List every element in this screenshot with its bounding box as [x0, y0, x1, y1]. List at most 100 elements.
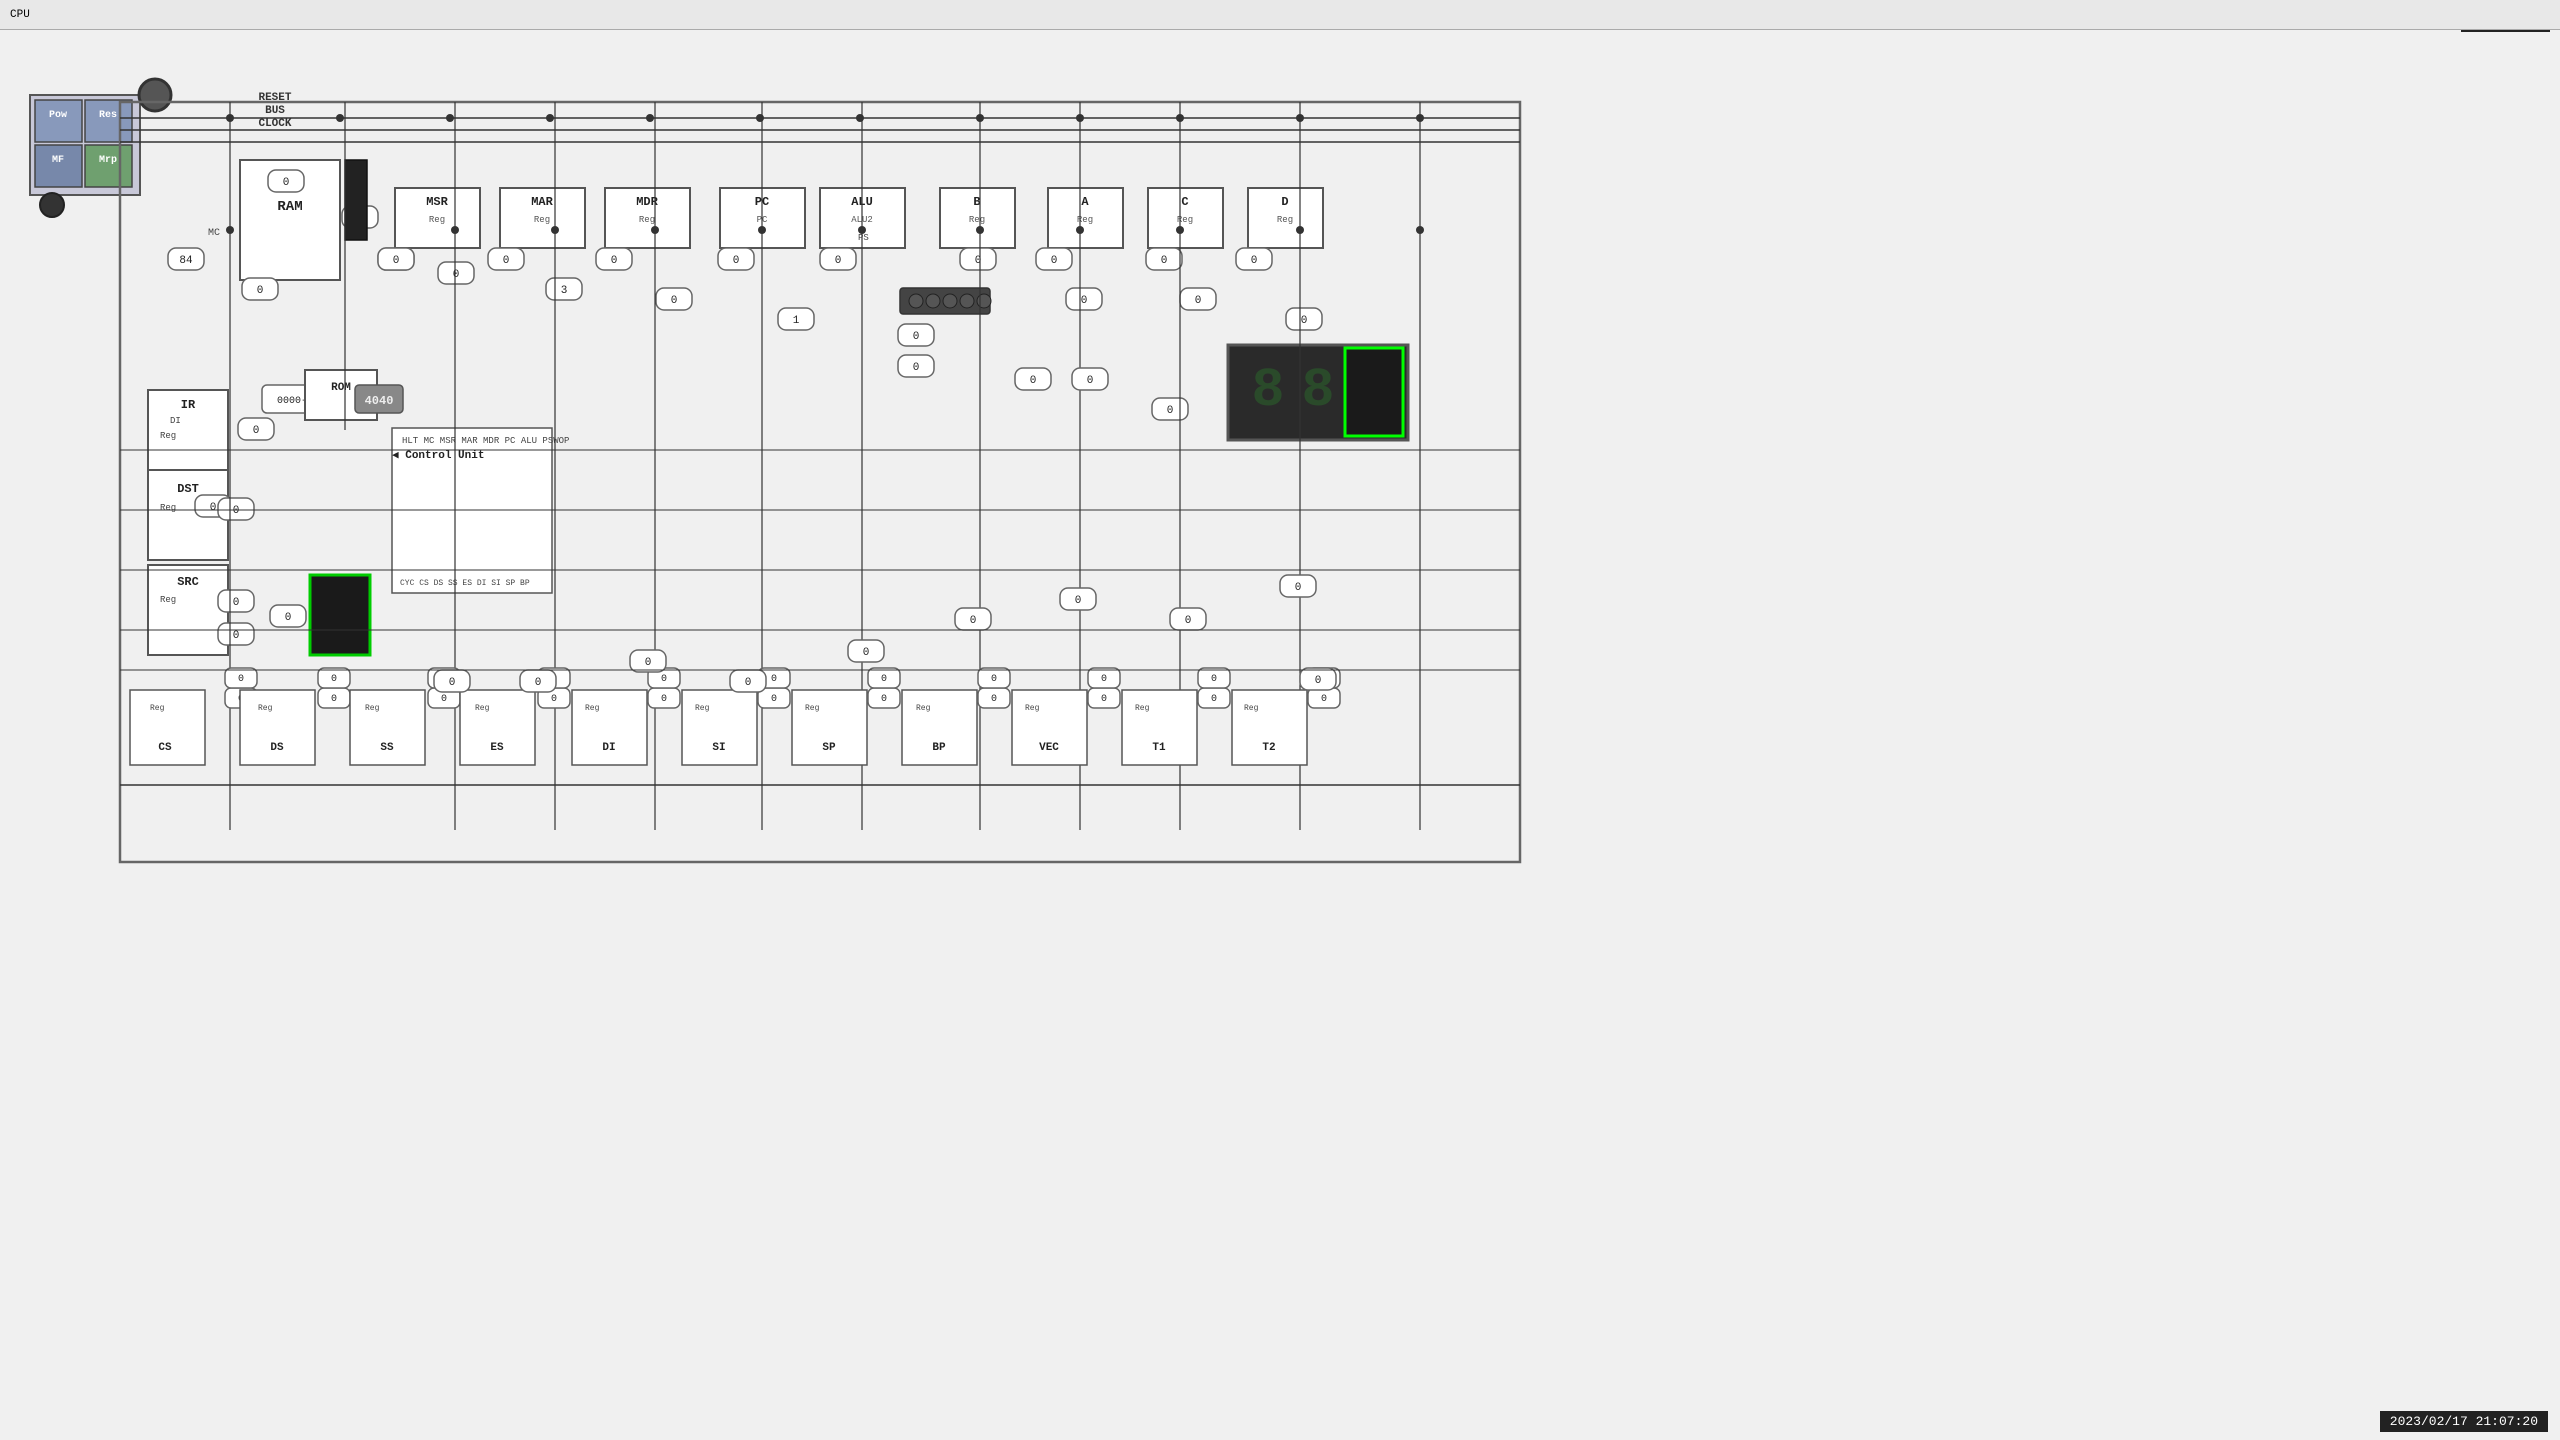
svg-text:Reg: Reg: [150, 704, 165, 713]
svg-text:0: 0: [551, 694, 557, 705]
svg-text:0: 0: [441, 694, 447, 705]
svg-text:MF: MF: [52, 155, 64, 166]
svg-text:CS: CS: [158, 742, 172, 754]
title-bar: CPU: [0, 0, 2560, 30]
svg-text:0: 0: [1211, 674, 1217, 685]
svg-text:0: 0: [210, 502, 217, 514]
svg-text:0: 0: [233, 505, 240, 517]
svg-text:0: 0: [733, 255, 740, 267]
svg-text:Reg: Reg: [1025, 704, 1040, 713]
svg-text:Pow: Pow: [49, 110, 67, 121]
svg-text:PS: PS: [858, 233, 869, 243]
svg-text:VEC: VEC: [1039, 742, 1059, 754]
svg-text:T1: T1: [1152, 742, 1166, 754]
svg-text:0: 0: [881, 674, 887, 685]
svg-text:0: 0: [238, 674, 244, 685]
svg-text:0: 0: [671, 295, 678, 307]
svg-text:0: 0: [1081, 295, 1088, 307]
svg-text:0: 0: [453, 269, 460, 281]
svg-text:Res: Res: [99, 110, 117, 121]
svg-text:◀ Control Unit: ◀ Control Unit: [392, 450, 484, 462]
svg-text:D: D: [1281, 195, 1288, 209]
svg-text:0: 0: [661, 674, 667, 685]
svg-text:BP: BP: [932, 742, 946, 754]
svg-text:0: 0: [913, 362, 920, 374]
svg-text:Mrp: Mrp: [99, 155, 117, 166]
svg-text:Reg: Reg: [1244, 704, 1259, 713]
svg-text:84: 84: [179, 255, 193, 267]
svg-text:ROM: ROM: [331, 382, 351, 394]
timestamp: 2023/02/17 21:07:20: [2380, 1411, 2548, 1432]
svg-text:Reg: Reg: [1177, 215, 1193, 225]
svg-text:Reg: Reg: [160, 431, 176, 441]
svg-text:0: 0: [1185, 615, 1192, 627]
svg-text:CYC CS DS SS ES DI SI SP: CYC CS DS SS ES DI SI SP BP: [400, 579, 530, 588]
svg-text:IR: IR: [181, 398, 196, 412]
svg-text:Reg: Reg: [429, 215, 445, 225]
svg-text:0: 0: [535, 677, 542, 689]
svg-text:Reg: Reg: [1077, 215, 1093, 225]
svg-text:SRC: SRC: [177, 575, 199, 589]
svg-text:CLOCK: CLOCK: [258, 118, 291, 130]
svg-text:0: 0: [233, 630, 240, 642]
svg-text:DST: DST: [177, 482, 199, 496]
svg-text:8: 8: [1251, 359, 1284, 422]
svg-text:0: 0: [331, 674, 337, 685]
svg-text:SP: SP: [822, 742, 836, 754]
svg-text:Reg: Reg: [160, 595, 176, 605]
svg-text:0: 0: [863, 647, 870, 659]
svg-text:RESET: RESET: [258, 92, 291, 104]
svg-text:MSR: MSR: [426, 195, 448, 209]
svg-text:BUS: BUS: [265, 105, 285, 117]
svg-text:Reg: Reg: [534, 215, 550, 225]
svg-text:0: 0: [253, 425, 260, 437]
svg-text:Reg: Reg: [258, 704, 273, 713]
svg-text:RAM: RAM: [277, 199, 302, 215]
svg-text:T2: T2: [1262, 742, 1275, 754]
svg-text:0: 0: [1195, 295, 1202, 307]
svg-text:0: 0: [1161, 255, 1168, 267]
svg-text:A: A: [1081, 195, 1089, 209]
svg-text:0: 0: [1211, 694, 1217, 705]
svg-text:Reg: Reg: [1277, 215, 1293, 225]
svg-text:DS: DS: [270, 742, 284, 754]
svg-text:Reg: Reg: [916, 704, 931, 713]
svg-text:0: 0: [1030, 375, 1037, 387]
svg-text:0: 0: [970, 615, 977, 627]
svg-text:0: 0: [233, 597, 240, 609]
svg-text:0: 0: [283, 177, 290, 189]
svg-text:0: 0: [257, 285, 264, 297]
svg-text:0: 0: [503, 255, 510, 267]
svg-text:0: 0: [611, 255, 618, 267]
svg-text:Reg: Reg: [639, 215, 655, 225]
svg-text:0: 0: [991, 694, 997, 705]
svg-text:0: 0: [1051, 255, 1058, 267]
svg-text:4040: 4040: [365, 394, 394, 408]
svg-text:ES: ES: [490, 742, 504, 754]
svg-text:Reg: Reg: [805, 704, 820, 713]
svg-text:1: 1: [793, 315, 800, 327]
svg-text:0: 0: [1087, 375, 1094, 387]
svg-text:0: 0: [881, 694, 887, 705]
svg-text:Reg: Reg: [160, 503, 176, 513]
svg-text:0: 0: [1101, 674, 1107, 685]
circuit-board: Pow Res MF Mrp RESET BUS CLOCK RAM 0 MC …: [0, 30, 2560, 1410]
svg-text:0: 0: [1251, 255, 1258, 267]
svg-text:0: 0: [1321, 694, 1327, 705]
svg-text:0: 0: [1301, 315, 1308, 327]
svg-text:0: 0: [285, 612, 292, 624]
svg-text:0: 0: [449, 677, 456, 689]
svg-text:3: 3: [561, 285, 568, 297]
svg-text:0: 0: [661, 694, 667, 705]
svg-text:0: 0: [745, 677, 752, 689]
svg-text:C: C: [1181, 195, 1188, 209]
svg-text:0: 0: [835, 255, 842, 267]
svg-text:SI: SI: [712, 742, 725, 754]
svg-text:Reg: Reg: [585, 704, 600, 713]
svg-text:Reg: Reg: [475, 704, 490, 713]
svg-text:Reg: Reg: [969, 215, 985, 225]
svg-text:MAR: MAR: [531, 195, 553, 209]
svg-text:0: 0: [771, 694, 777, 705]
svg-text:0: 0: [1167, 405, 1174, 417]
svg-text:0: 0: [1101, 694, 1107, 705]
